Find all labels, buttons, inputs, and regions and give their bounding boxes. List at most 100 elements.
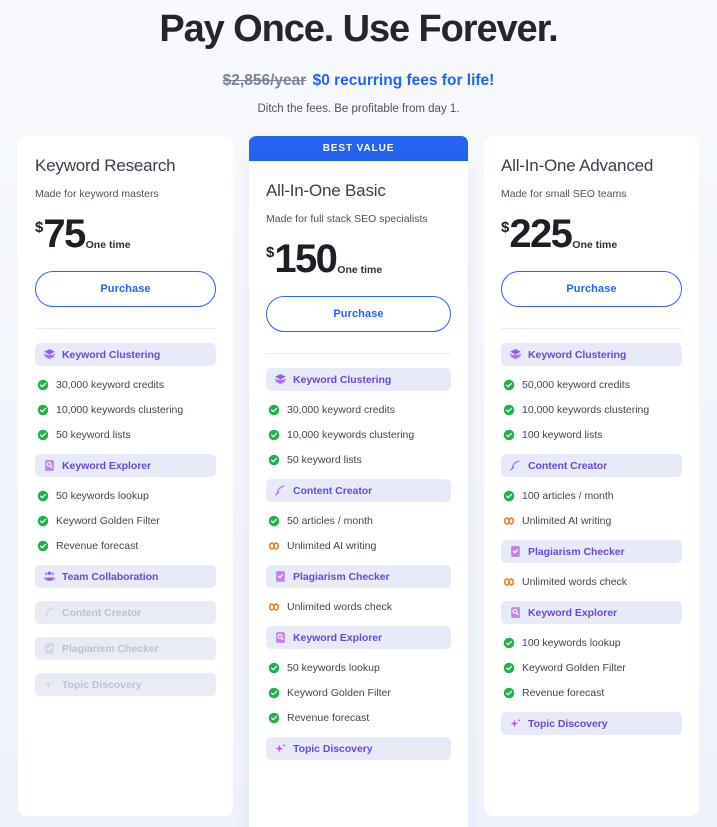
feature-section-title: Keyword Clustering bbox=[62, 348, 161, 361]
layers-icon bbox=[509, 349, 522, 360]
feature-section-header: Team Collaboration bbox=[35, 565, 216, 589]
plan-tagline: Made for keyword masters bbox=[35, 187, 159, 200]
feature-section-header: Keyword Explorer bbox=[266, 626, 451, 650]
feature-section-header: Content Creator bbox=[501, 454, 682, 478]
feature-item: Unlimited words check bbox=[501, 576, 682, 588]
hero-subtitle: Ditch the fees. Be profitable from day 1… bbox=[257, 103, 460, 116]
feature-item: 50 keyword lists bbox=[266, 454, 451, 466]
feature-item: 50 keyword lists bbox=[35, 429, 216, 441]
feature-item: Revenue forecast bbox=[266, 712, 451, 724]
purchase-button[interactable]: Purchase bbox=[35, 271, 216, 308]
pricing-card-grid: Keyword Research Made for keyword masters… bbox=[0, 136, 717, 827]
hero-price-line: $2,856/year $0 recurring fees for life! bbox=[20, 72, 697, 91]
layers-icon bbox=[43, 349, 56, 360]
feature-item: Unlimited AI writing bbox=[501, 515, 682, 527]
people-group-icon bbox=[43, 571, 56, 581]
feature-label: 50,000 keyword credits bbox=[522, 379, 630, 392]
feature-label: 100 keywords lookup bbox=[522, 637, 621, 650]
currency-symbol: $ bbox=[35, 218, 44, 236]
feature-section-header: Keyword Clustering bbox=[501, 343, 682, 367]
price-amount: 150 bbox=[274, 236, 338, 281]
feature-label: Revenue forecast bbox=[287, 712, 370, 725]
check-icon bbox=[37, 516, 49, 527]
check-icon bbox=[37, 541, 49, 552]
check-icon bbox=[268, 663, 280, 674]
feature-section-title: Topic Discovery bbox=[528, 717, 608, 730]
sparkle-icon bbox=[44, 679, 55, 689]
new-price: $0 recurring fees for life! bbox=[312, 71, 495, 89]
feature-label: Unlimited words check bbox=[287, 601, 393, 614]
pricing-card-2: BEST VALUE All-In-One Basic Made for full … bbox=[242, 136, 475, 827]
page-title: Pay Once. Use Forever. bbox=[159, 8, 558, 50]
infinity-icon bbox=[503, 578, 515, 586]
document-search-icon bbox=[45, 460, 54, 472]
currency-symbol: $ bbox=[501, 218, 510, 236]
feature-label: 50 keywords lookup bbox=[287, 662, 380, 675]
check-icon bbox=[268, 516, 280, 527]
price-amount: 225 bbox=[509, 211, 573, 256]
feature-section-header: Content Creator bbox=[35, 601, 216, 625]
layers-icon bbox=[274, 374, 287, 385]
plan-tagline: Made for small SEO teams bbox=[501, 187, 627, 200]
feature-item: 10,000 keywords clustering bbox=[501, 404, 682, 416]
feature-item: Keyword Golden Filter bbox=[266, 687, 451, 699]
check-icon bbox=[268, 430, 280, 441]
feature-item: 10,000 keywords clustering bbox=[35, 404, 216, 416]
feature-item: 50,000 keyword credits bbox=[501, 379, 682, 391]
feature-label: Keyword Golden Filter bbox=[287, 687, 391, 700]
infinity-icon bbox=[268, 603, 280, 611]
pricing-card-3: All-In-One Advanced Made for small SEO te… bbox=[475, 136, 708, 817]
feature-section-header: Keyword Explorer bbox=[35, 454, 216, 478]
feature-item: 100 keywords lookup bbox=[501, 637, 682, 649]
feature-label: Keyword Golden Filter bbox=[522, 662, 626, 675]
pen-icon bbox=[44, 607, 55, 618]
pen-icon bbox=[510, 460, 521, 471]
check-icon bbox=[268, 455, 280, 466]
feature-section-title: Plagiarism Checker bbox=[528, 545, 625, 558]
price-row: $ 150 One time bbox=[266, 236, 451, 281]
plan-card: All-In-One Advanced Made for small SEO te… bbox=[484, 136, 699, 817]
feature-label: 30,000 keyword credits bbox=[56, 379, 164, 392]
feature-label: Unlimited words check bbox=[522, 576, 628, 589]
feature-section-header: Topic Discovery bbox=[35, 673, 216, 697]
feature-section-header: Topic Discovery bbox=[501, 712, 682, 736]
purchase-button[interactable]: Purchase bbox=[266, 296, 451, 333]
pen-icon bbox=[275, 485, 286, 496]
check-icon bbox=[268, 713, 280, 724]
price-term: One time bbox=[337, 263, 383, 276]
feature-section-title: Plagiarism Checker bbox=[293, 570, 390, 583]
feature-label: 10,000 keywords clustering bbox=[56, 404, 184, 417]
feature-item: Unlimited AI writing bbox=[266, 540, 451, 552]
document-search-icon bbox=[276, 632, 285, 644]
check-icon bbox=[503, 380, 515, 391]
plan-name: All-In-One Basic bbox=[266, 181, 386, 201]
plan-card: Keyword Research Made for keyword masters… bbox=[18, 136, 233, 817]
plan-name: Keyword Research bbox=[35, 156, 176, 176]
price-term: One time bbox=[85, 238, 131, 251]
check-icon bbox=[37, 430, 49, 441]
check-icon bbox=[268, 688, 280, 699]
check-icon bbox=[503, 405, 515, 416]
price-row: $ 225 One time bbox=[501, 211, 682, 256]
feature-section-title: Plagiarism Checker bbox=[62, 642, 159, 655]
feature-label: Revenue forecast bbox=[56, 540, 139, 553]
check-icon bbox=[37, 380, 49, 391]
sparkle-icon bbox=[275, 743, 286, 753]
feature-section-header: Topic Discovery bbox=[266, 737, 451, 761]
feature-label: Unlimited AI writing bbox=[522, 515, 612, 528]
purchase-button[interactable]: Purchase bbox=[501, 271, 682, 308]
feature-item: 50 articles / month bbox=[266, 515, 451, 527]
feature-label: Revenue forecast bbox=[522, 687, 605, 700]
document-check-icon bbox=[276, 571, 285, 583]
feature-section-header: Keyword Clustering bbox=[266, 368, 451, 392]
feature-section-title: Content Creator bbox=[62, 606, 142, 619]
feature-label: 100 articles / month bbox=[522, 490, 614, 503]
check-icon bbox=[503, 688, 515, 699]
feature-section-header: Keyword Clustering bbox=[35, 343, 216, 367]
feature-label: 50 articles / month bbox=[287, 515, 373, 528]
feature-section-title: Team Collaboration bbox=[62, 570, 159, 583]
pricing-card-1: Keyword Research Made for keyword masters… bbox=[9, 136, 242, 817]
feature-list: Keyword Clustering 50,000 keyword credit… bbox=[501, 343, 682, 736]
infinity-icon bbox=[268, 542, 280, 550]
feature-label: Keyword Golden Filter bbox=[56, 515, 160, 528]
